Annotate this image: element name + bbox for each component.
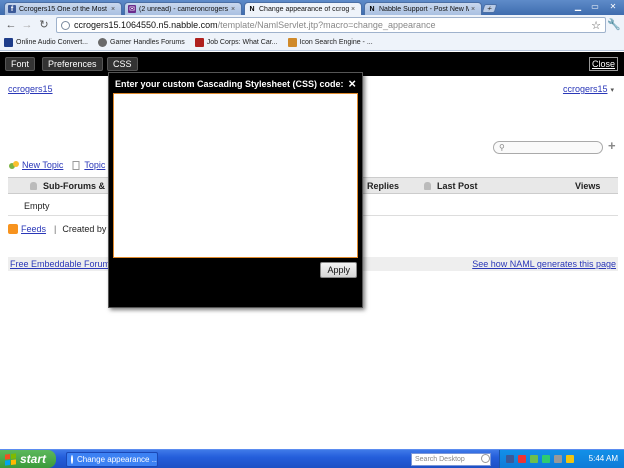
css-code-textarea[interactable] (113, 93, 358, 258)
topic-actions: New Topic Topic (9, 160, 105, 170)
taskbar-chrome-item[interactable]: Change appearance ... (66, 452, 158, 467)
iconsearch-icon (287, 38, 297, 47)
new-topic-icon (9, 160, 19, 169)
bookmark-item[interactable]: Icon Search Engine - ... (287, 38, 373, 47)
search-icon: ⚲ (499, 143, 505, 152)
tab-label: Change appearance of ccroge (259, 5, 349, 13)
alert-tray-icon[interactable] (566, 455, 574, 463)
url-path: /template/NamlServlet.jtp?macro=change_a… (217, 20, 436, 30)
naml-link[interactable]: See how NAML generates this page (472, 259, 616, 269)
close-icon[interactable]: × (348, 76, 356, 91)
new-tab-button[interactable]: + (481, 4, 498, 13)
facebook-icon: f (8, 5, 16, 13)
col-replies[interactable]: Replies (367, 181, 399, 191)
gamer-icon (98, 38, 107, 47)
topic-link[interactable]: Topic (84, 160, 105, 170)
tab-close-icon[interactable]: × (231, 6, 238, 13)
start-button[interactable]: start (0, 450, 56, 468)
tab-label: Ccrogers15 One of the Most H (19, 5, 109, 13)
user-menu-link[interactable]: ccrogers15 (563, 84, 608, 94)
person-icon (424, 182, 431, 190)
col-last-post-label: Last Post (437, 181, 478, 191)
preferences-button[interactable]: Preferences (42, 57, 103, 71)
bookmark-item[interactable]: Online Audio Convert... (4, 38, 88, 47)
forward-arrow-icon[interactable]: → (20, 18, 34, 32)
tab-nabble-support[interactable]: N Nabble Support - Post New Mc × (364, 2, 482, 15)
maximize-icon[interactable]: ▭ (587, 0, 603, 12)
wrench-icon[interactable]: 🔧 (607, 18, 621, 31)
chrome-icon (71, 455, 73, 464)
bookmark-item[interactable]: Gamer Handles Forums (98, 38, 185, 47)
forum-owner-link[interactable]: ccrogers15 (8, 84, 53, 94)
jobcorps-icon (194, 38, 204, 47)
close-button[interactable]: Close (588, 57, 618, 71)
add-icon[interactable]: + (608, 138, 616, 153)
tab-label: Nabble Support - Post New Mc (379, 5, 469, 13)
page-content: Font Preferences CSS Close ccrogers15 cc… (0, 52, 624, 449)
tab-strip: f Ccrogers15 One of the Most H × ✉ (2 un… (0, 0, 624, 15)
bookmark-label: Online Audio Convert... (16, 39, 88, 46)
col-subforums-label: Sub-Forums & (43, 181, 105, 191)
facebook-tray-icon[interactable] (506, 455, 514, 463)
security-tray-icon[interactable] (542, 455, 550, 463)
nabble-icon: N (249, 5, 255, 13)
minimize-icon[interactable]: ▁ (570, 0, 586, 12)
col-views[interactable]: Views (575, 181, 600, 191)
created-by-text: Created by (62, 224, 107, 234)
feeds-link[interactable]: Feeds (21, 224, 46, 234)
font-button[interactable]: Font (5, 57, 36, 71)
close-window-icon[interactable]: ✕ (605, 0, 621, 12)
dialog-title: Enter your custom Cascading Stylesheet (… (115, 79, 344, 89)
tab-close-icon[interactable]: × (471, 6, 478, 13)
col-subforums[interactable]: Sub-Forums & (30, 181, 105, 191)
apply-button[interactable]: Apply (320, 262, 357, 278)
separator: | (54, 224, 57, 234)
css-dialog: Enter your custom Cascading Stylesheet (… (108, 72, 363, 308)
windows-taskbar: start Change appearance ... Search Deskt… (0, 449, 624, 468)
clock: 5:44 AM (588, 454, 618, 463)
reload-icon[interactable]: ↻ (37, 18, 51, 32)
nabble-icon: N (369, 5, 375, 13)
url-host: ccrogers15.1064550.n5.nabble.com (74, 20, 218, 30)
person-icon (30, 182, 37, 190)
col-last-post[interactable]: Last Post (424, 181, 478, 191)
system-tray: 5:44 AM (499, 450, 624, 468)
tab-close-icon[interactable]: × (111, 6, 118, 13)
tab-label: (2 unread) - cameroncrogers (139, 5, 229, 13)
free-forum-link[interactable]: Free Embeddable Forum (10, 259, 110, 269)
bookmark-label: Job Corps: What Car... (206, 39, 278, 46)
volume-tray-icon[interactable] (554, 455, 562, 463)
task-label: Change appearance ... (77, 455, 158, 464)
bookmark-star-icon[interactable]: ☆ (591, 19, 601, 32)
chevron-down-icon[interactable]: ▾ (610, 87, 614, 94)
tab-close-icon[interactable]: × (351, 6, 358, 13)
app-tray-icon[interactable] (518, 455, 526, 463)
bookmarks-bar: Online Audio Convert... Gamer Handles Fo… (0, 35, 624, 51)
globe-icon (61, 20, 70, 30)
back-arrow-icon[interactable]: ← (4, 18, 18, 32)
tab-facebook[interactable]: f Ccrogers15 One of the Most H × (4, 2, 122, 15)
desktop-search-input[interactable]: Search Desktop (411, 453, 491, 466)
start-label: start (20, 452, 47, 466)
bookmark-label: Gamer Handles Forums (110, 39, 185, 46)
network-tray-icon[interactable] (530, 455, 538, 463)
topic-document-icon (72, 160, 80, 170)
bookmark-label: Icon Search Engine - ... (299, 39, 373, 46)
tab-change-appearance[interactable]: N Change appearance of ccroge × (244, 2, 362, 15)
address-bar[interactable]: ccrogers15.1064550.n5.nabble.com/templat… (56, 17, 606, 33)
feeds-row: Feeds | Created by (8, 224, 106, 234)
bookmark-item[interactable]: Job Corps: What Car... (194, 38, 278, 47)
browser-toolbar: ← → ↻ ccrogers15.1064550.n5.nabble.com/t… (0, 15, 624, 35)
user-menu[interactable]: ccrogers15 ▾ (563, 84, 614, 94)
search-icon[interactable] (481, 454, 490, 463)
tab-yahoo-mail[interactable]: ✉ (2 unread) - cameroncrogers × (124, 2, 242, 15)
new-topic-link[interactable]: New Topic (22, 160, 63, 170)
rss-icon (8, 224, 18, 234)
css-button[interactable]: CSS (107, 57, 138, 71)
forum-search-input[interactable]: ⚲ (493, 141, 603, 154)
yahoo-mail-icon: ✉ (128, 5, 136, 13)
windows-flag-icon (5, 452, 16, 466)
audio-icon (4, 38, 13, 47)
